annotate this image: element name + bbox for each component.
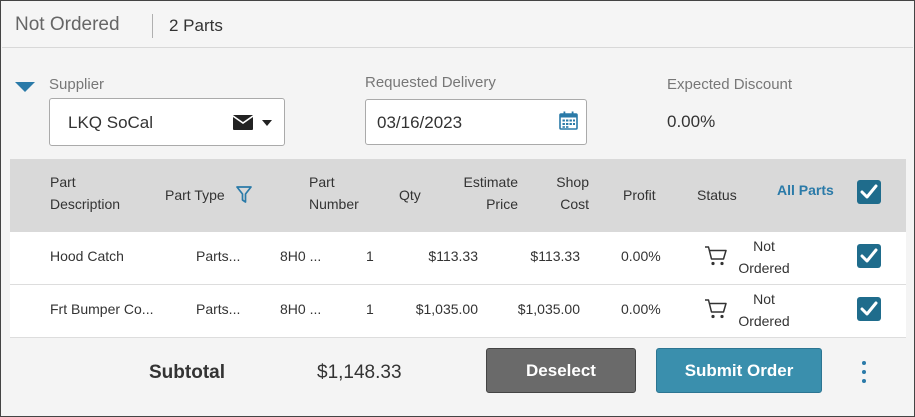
parts-count: 2 Parts [169, 16, 223, 35]
table-row[interactable]: Frt Bumper Co... Parts... 8H0 ... 1 $1,0… [10, 285, 906, 338]
col-part-type-label: Part Type [165, 187, 225, 203]
col-shop-cost-line2: Cost [560, 196, 589, 212]
table-row[interactable]: Hood Catch Parts... 8H0 ... 1 $113.33 $1… [10, 232, 906, 285]
row-shop-cost: $1,035.00 [517, 301, 580, 317]
deselect-button[interactable]: Deselect [486, 348, 636, 393]
col-part-description-line2: Description [50, 196, 121, 212]
row-status-line1: Not [753, 291, 775, 307]
select-all-checkbox[interactable] [857, 180, 881, 204]
row-qty: 1 [366, 301, 374, 317]
col-estimate-price[interactable]: Estimate Price [438, 171, 518, 215]
row-status: Not Ordered [737, 235, 791, 279]
supplier-select[interactable]: LKQ SoCal [49, 98, 285, 146]
row-estimate-price: $1,035.00 [415, 301, 478, 317]
row-profit: 0.00% [621, 248, 661, 264]
row-checkbox[interactable] [857, 244, 881, 268]
submit-order-button[interactable]: Submit Order [656, 348, 822, 393]
row-qty: 1 [366, 248, 374, 264]
row-description: Hood Catch [50, 248, 124, 264]
not-ordered-panel: Not Ordered 2 Parts Supplier LKQ SoCal R… [0, 0, 915, 417]
expected-discount-value: 0.00% [667, 112, 716, 131]
row-part-number: 8H0 ... [280, 301, 322, 317]
panel-header: Not Ordered 2 Parts [2, 2, 913, 48]
kebab-menu-icon[interactable] [857, 359, 871, 385]
subtotal-value: $1,148.33 [317, 362, 402, 383]
row-status-line2: Ordered [738, 260, 790, 276]
expected-discount-label: Expected Discount [667, 76, 793, 93]
supplier-label: Supplier [49, 76, 105, 93]
requested-delivery-label: Requested Delivery [365, 74, 496, 91]
col-profit[interactable]: Profit [623, 184, 656, 206]
row-shop-cost: $113.33 [530, 248, 580, 264]
subtotal-label: Subtotal [149, 362, 225, 383]
col-qty[interactable]: Qty [399, 184, 421, 206]
col-part-number-line1: Part [309, 174, 335, 190]
col-estimate-price-line1: Estimate [463, 174, 518, 190]
col-estimate-price-line2: Price [486, 196, 518, 212]
col-part-number[interactable]: Part Number [309, 171, 359, 215]
col-part-description[interactable]: Part Description [50, 171, 120, 215]
col-part-type[interactable]: Part Type [165, 184, 225, 206]
triangle-down-icon[interactable] [15, 82, 35, 92]
col-shop-cost-line1: Shop [556, 174, 589, 190]
requested-delivery-value: 03/16/2023 [377, 113, 463, 132]
row-part-number: 8H0 ... [280, 248, 322, 264]
row-part-type: Parts... [196, 248, 241, 264]
filter-icon[interactable] [236, 186, 252, 209]
col-status[interactable]: Status [697, 184, 737, 206]
calendar-icon[interactable] [559, 111, 578, 135]
col-part-description-line1: Part [50, 174, 76, 190]
requested-delivery-input[interactable]: 03/16/2023 [365, 99, 587, 145]
cart-icon [704, 245, 728, 272]
row-description: Frt Bumper Co... [50, 301, 154, 317]
cart-icon [704, 298, 728, 325]
col-part-number-line2: Number [309, 196, 359, 212]
caret-down-icon[interactable] [262, 120, 272, 126]
row-checkbox[interactable] [857, 297, 881, 321]
row-profit: 0.00% [621, 301, 661, 317]
row-estimate-price: $113.33 [428, 248, 478, 264]
col-shop-cost[interactable]: Shop Cost [529, 171, 589, 215]
row-status-line2: Ordered [738, 313, 790, 329]
row-status-line1: Not [753, 238, 775, 254]
supplier-value: LKQ SoCal [68, 113, 154, 132]
row-part-type: Parts... [196, 301, 241, 317]
panel-title: Not Ordered [15, 14, 120, 35]
envelope-icon[interactable] [232, 115, 254, 135]
all-parts-link[interactable]: All Parts [777, 182, 834, 198]
row-status: Not Ordered [737, 288, 791, 332]
header-divider [152, 14, 153, 38]
